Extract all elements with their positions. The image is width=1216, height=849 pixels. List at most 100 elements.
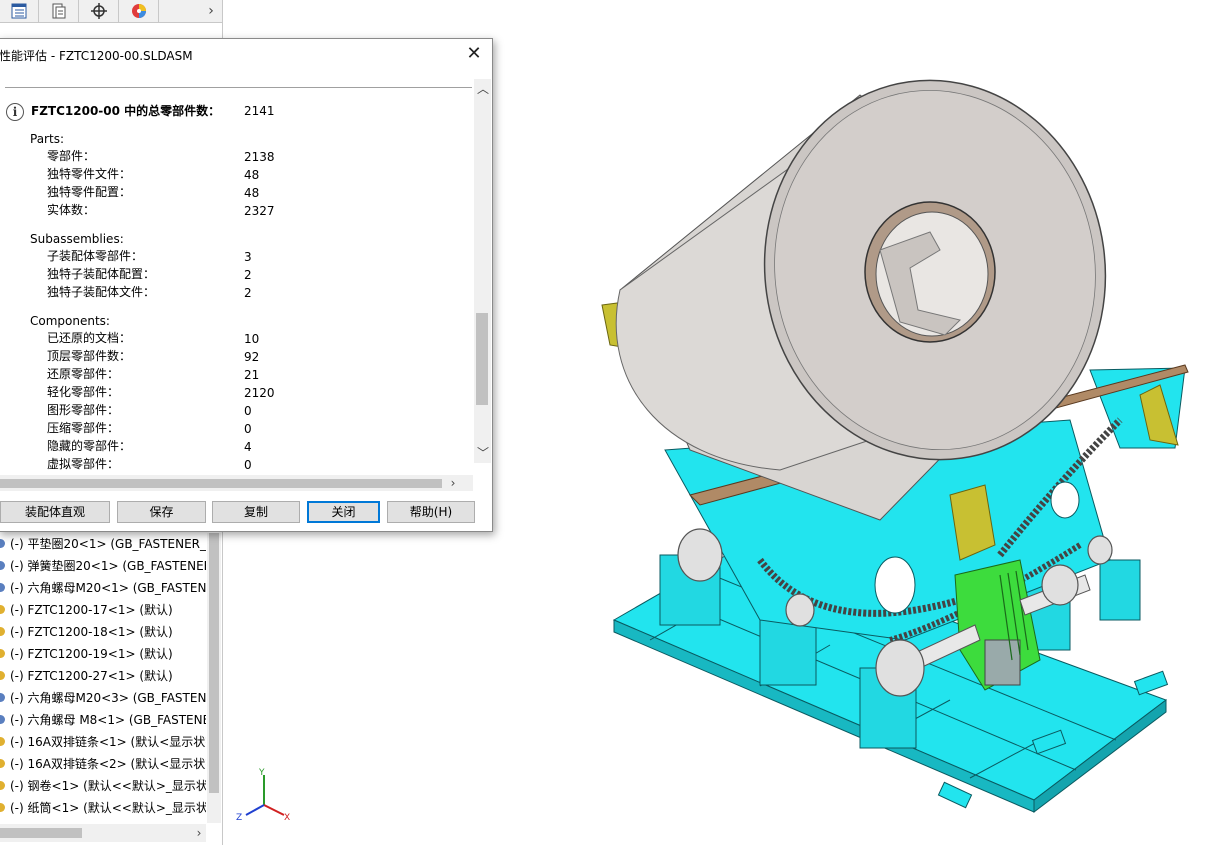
performance-evaluation-dialog: 性能评估 - FZTC1200-00.SLDASM ✕ i FZTC1200-0… <box>0 38 493 532</box>
assembly-visualization-button[interactable]: 装配体直观 <box>0 501 110 523</box>
tree-item-label: (-) 弹簧垫圈20<1> (GB_FASTENER_ <box>10 559 206 573</box>
total-components-value: 2141 <box>244 104 275 118</box>
stat-label: 实体数： <box>47 203 96 217</box>
tree-item[interactable]: (-) FZTC1200-18<1> (默认) <box>0 621 206 643</box>
component-icon <box>0 605 5 614</box>
scroll-down-arrow-icon[interactable]: ﹀ <box>475 445 491 461</box>
bearing-pedestal <box>1099 559 1141 621</box>
tree-item-label: (-) FZTC1200-18<1> (默认) <box>10 625 173 639</box>
tree-item[interactable]: (-) 六角螺母M20<3> (GB_FASTENE <box>0 687 206 709</box>
triad-x-label: X <box>284 813 290 823</box>
dialog-vertical-scroll-thumb[interactable] <box>476 313 488 405</box>
stat-value: 3 <box>244 250 252 264</box>
component-icon <box>0 803 5 812</box>
tree-item-label: (-) FZTC1200-17<1> (默认) <box>10 603 173 617</box>
feature-tree-tab[interactable] <box>0 0 39 22</box>
dialog-horizontal-scroll-thumb[interactable] <box>0 479 442 488</box>
bearing-roller <box>677 528 723 582</box>
cradle-hole <box>874 556 916 614</box>
stat-label: 图形零部件： <box>47 403 120 417</box>
tree-item[interactable]: (-) 六角螺母 M8<1> (GB_FASTENEI <box>0 709 206 731</box>
feature-tree-icon <box>11 3 27 19</box>
tree-item[interactable]: (-) 纸筒<1> (默认<<默认>_显示状态 <box>0 797 206 819</box>
tree-item[interactable]: (-) 弹簧垫圈20<1> (GB_FASTENER_ <box>0 555 206 577</box>
tree-horizontal-scroll-thumb[interactable] <box>0 828 82 838</box>
scroll-right-arrow-icon[interactable]: › <box>192 824 206 842</box>
bearing-roller <box>1041 564 1079 606</box>
feature-manager-tabs: › <box>0 0 222 23</box>
scroll-right-arrow-icon[interactable]: › <box>445 475 461 491</box>
stat-label: 独特零件配置： <box>47 185 132 199</box>
tree-item[interactable]: (-) 16A双排链条<2> (默认<显示状态 <box>0 753 206 775</box>
component-icon <box>0 781 5 790</box>
stat-value: 0 <box>244 458 252 472</box>
foot-lug <box>937 781 973 809</box>
stat-value: 10 <box>244 332 260 346</box>
stat-value: 48 <box>244 168 260 182</box>
stat-label: 压缩零部件： <box>47 421 120 435</box>
property-manager-tab[interactable] <box>40 0 79 22</box>
component-icon <box>0 627 5 636</box>
tree-item[interactable]: (-) FZTC1200-19<1> (默认) <box>0 643 206 665</box>
info-icon: i <box>6 103 24 121</box>
axis-triad-icon: Y X Z <box>236 768 290 823</box>
component-icon <box>0 759 5 768</box>
display-manager-tab[interactable] <box>120 0 159 22</box>
component-icon <box>0 561 5 570</box>
tree-item[interactable]: (-) FZTC1200-17<1> (默认) <box>0 599 206 621</box>
stat-label: 隐藏的零部件： <box>47 439 132 453</box>
tree-item[interactable]: (-) 平垫圈20<1> (GB_FASTENER_W <box>0 533 206 555</box>
configuration-manager-icon <box>91 3 107 19</box>
tree-item[interactable]: (-) 六角螺母M20<1> (GB_FASTENE <box>0 577 206 599</box>
stat-label: 已还原的文档： <box>47 331 132 345</box>
tree-item-label: (-) FZTC1200-19<1> (默认) <box>10 647 173 661</box>
stat-value: 2120 <box>244 386 275 400</box>
stat-label: 轻化零部件： <box>47 385 120 399</box>
stat-label: 顶层零部件数： <box>47 349 132 363</box>
bearing-roller <box>785 593 815 627</box>
tree-item-label: (-) 钢卷<1> (默认<<默认>_显示状态 <box>10 779 206 793</box>
bearing-roller <box>1087 535 1113 565</box>
component-icon <box>0 583 5 592</box>
property-manager-icon <box>52 3 66 19</box>
stat-value: 2 <box>244 268 252 282</box>
close-button[interactable]: 关闭 <box>307 501 380 523</box>
tree-item-label: (-) FZTC1200-27<1> (默认) <box>10 669 173 683</box>
stat-label: 零部件： <box>47 149 96 163</box>
dialog-content: i FZTC1200-00 中的总零部件数： 2141 Parts: 零部件： 21… <box>0 91 473 475</box>
configuration-manager-tab[interactable] <box>80 0 119 22</box>
dialog-vertical-scrollbar[interactable] <box>474 79 491 463</box>
tree-vertical-scroll-thumb[interactable] <box>209 533 219 793</box>
scroll-up-arrow-icon[interactable]: ︿ <box>475 81 491 97</box>
tree-item-label: (-) 六角螺母 M8<1> (GB_FASTENEI <box>10 713 206 727</box>
tree-item[interactable]: (-) 16A双排链条<1> (默认<显示状态 <box>0 731 206 753</box>
bearing-roller <box>875 639 925 697</box>
stat-value: 0 <box>244 422 252 436</box>
stat-label: 子装配体零部件： <box>47 249 144 263</box>
tree-item-label: (-) 六角螺母M20<3> (GB_FASTENE <box>10 691 206 705</box>
feature-tree: (-) 平垫圈20<1> (GB_FASTENER_W (-) 弹簧垫圈20<1>… <box>0 533 206 819</box>
stat-value: 92 <box>244 350 260 364</box>
chevron-right-icon[interactable]: › <box>202 0 220 22</box>
gearbox-heatsink <box>984 639 1021 686</box>
copy-button[interactable]: 复制 <box>212 501 300 523</box>
close-icon[interactable]: ✕ <box>462 42 486 66</box>
display-manager-icon <box>132 4 146 18</box>
tree-item-label: (-) 六角螺母M20<1> (GB_FASTENE <box>10 581 206 595</box>
total-components-label: FZTC1200-00 中的总零部件数： <box>31 104 221 118</box>
triad-y-label: Y <box>258 768 265 778</box>
dialog-separator <box>5 87 472 88</box>
help-button[interactable]: 帮助(H) <box>387 501 475 523</box>
stat-label: 独特子装配体文件： <box>47 285 156 299</box>
save-button[interactable]: 保存 <box>117 501 206 523</box>
tree-item[interactable]: (-) FZTC1200-27<1> (默认) <box>0 665 206 687</box>
triad-z-label: Z <box>236 813 242 823</box>
tree-item-label: (-) 16A双排链条<2> (默认<显示状态 <box>10 757 206 771</box>
tree-item[interactable]: (-) 钢卷<1> (默认<<默认>_显示状态 <box>0 775 206 797</box>
component-icon <box>0 649 5 658</box>
cradle-hole <box>1050 481 1080 519</box>
stat-value: 4 <box>244 440 252 454</box>
stat-value: 0 <box>244 404 252 418</box>
stat-value: 2327 <box>244 204 275 218</box>
tree-item-label: (-) 平垫圈20<1> (GB_FASTENER_W <box>10 537 206 551</box>
